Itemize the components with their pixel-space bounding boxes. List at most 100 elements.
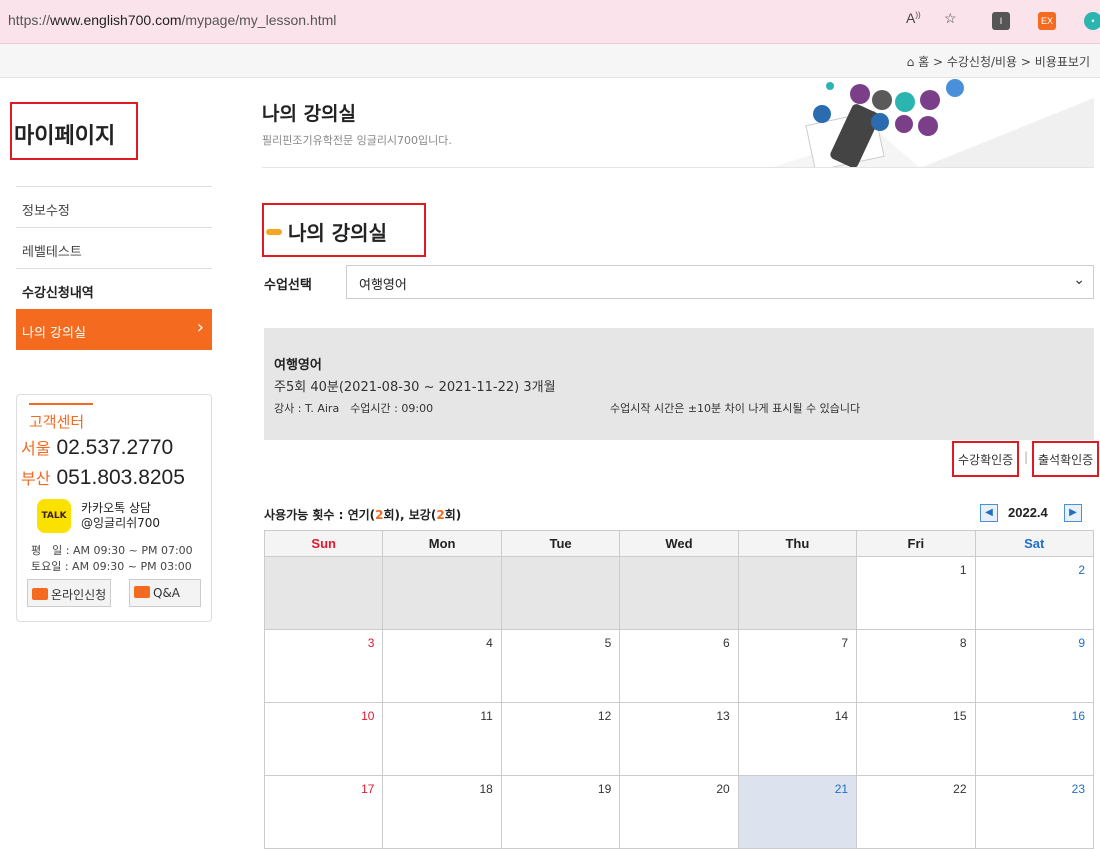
- chevron-down-icon: ⌄: [1073, 272, 1085, 288]
- cert-separator: |: [1024, 450, 1029, 464]
- calendar-day[interactable]: 8: [856, 629, 976, 703]
- calendar-day[interactable]: 20: [619, 775, 739, 849]
- calendar-week: 3 4 5 6 7 8 9: [263, 629, 1095, 703]
- attendance-certificate-button[interactable]: 출석확인증: [1032, 441, 1100, 477]
- calendar-day[interactable]: 16: [974, 702, 1095, 776]
- monitor-icon: [32, 588, 48, 600]
- calendar-day[interactable]: 13: [619, 702, 739, 776]
- weekday-thu: Thu: [737, 530, 858, 557]
- customer-center-title: 고객센터: [29, 403, 93, 432]
- postpone-count: 2: [375, 508, 384, 522]
- seoul-number: 02.537.2770: [56, 436, 174, 459]
- month-label: 2022.4: [1008, 505, 1048, 520]
- calendar-day-today[interactable]: 21: [737, 775, 858, 849]
- hours-weekday: 평 일 : AM 09:30 ~ PM 07:00: [31, 544, 193, 557]
- seoul-label: 서울: [21, 439, 51, 458]
- hours-saturday: 토요일 : AM 09:30 ~ PM 03:00: [31, 560, 192, 573]
- calendar-day[interactable]: 17: [263, 775, 384, 849]
- calendar-day[interactable]: 11: [382, 702, 502, 776]
- read-aloud-icon[interactable]: A)): [906, 10, 921, 26]
- banner-illustration: [770, 78, 1094, 168]
- chat-extension-icon[interactable]: •: [1084, 12, 1100, 30]
- calendar-day[interactable]: 2: [974, 556, 1095, 630]
- busan-label: 부산: [21, 469, 51, 488]
- prev-month-button[interactable]: ◀: [980, 504, 998, 522]
- header-divider: [262, 167, 1094, 168]
- kakao-talk-icon[interactable]: TALK: [37, 499, 71, 533]
- extension-icon[interactable]: I: [992, 12, 1010, 30]
- calendar-day[interactable]: 9: [974, 629, 1095, 703]
- url-field[interactable]: https://www.english700.com/mypage/my_les…: [8, 12, 336, 28]
- busan-number: 051.803.8205: [56, 466, 185, 489]
- weekday-sat: Sat: [974, 530, 1095, 557]
- avail-middle: 회), 보강(: [383, 508, 437, 522]
- makeup-count: 2: [436, 508, 445, 522]
- weekday-tue: Tue: [500, 530, 621, 557]
- section-title: 나의 강의실: [288, 221, 387, 245]
- sidebar-item-my-classroom[interactable]: 나의 강의실 ›: [16, 309, 212, 350]
- sidebar-item-enrollment-history[interactable]: 수강신청내역: [16, 268, 212, 309]
- sidebar-item-label: 레벨테스트: [22, 245, 82, 260]
- page-subtitle: 필리핀조기유학전문 잉글리시700입니다.: [262, 134, 452, 147]
- calendar-day[interactable]: 23: [974, 775, 1095, 849]
- calendar-day-empty: [737, 556, 858, 630]
- calendar-day-empty: [619, 556, 739, 630]
- avail-suffix: 회): [444, 508, 462, 522]
- calendar-day[interactable]: 19: [500, 775, 621, 849]
- sidebar-item-label: 나의 강의실: [22, 326, 86, 341]
- sidebar-item-level-test[interactable]: 레벨테스트: [16, 227, 212, 268]
- url-prefix: https://: [8, 12, 51, 28]
- class-select-value: 여행영어: [359, 278, 407, 293]
- sidebar-item-label: 수강신청내역: [22, 286, 94, 301]
- sidebar-menu: 정보수정 레벨테스트 수강신청내역 나의 강의실 ›: [16, 186, 212, 350]
- ex-extension-icon[interactable]: EX: [1038, 12, 1056, 30]
- calendar-day[interactable]: 14: [737, 702, 858, 776]
- phone-chat-illustration: [770, 79, 1094, 168]
- url-path: /mypage/my_lesson.html: [181, 12, 337, 28]
- kakao-line1: 카카오톡 상담: [81, 501, 152, 515]
- chat-bubble-icon: [134, 586, 150, 598]
- class-select-dropdown[interactable]: 여행영어 ⌄: [346, 265, 1094, 299]
- calendar-week: 17 18 19 20 21 22 23: [263, 775, 1095, 849]
- calendar-header-row: Sun Mon Tue Wed Thu Fri Sat: [263, 530, 1095, 557]
- class-time-notice: 수업시작 시간은 ±10분 차이 나게 표시될 수 있습니다: [610, 402, 861, 415]
- online-apply-button[interactable]: 온라인신청: [27, 579, 112, 607]
- weekday-wed: Wed: [619, 530, 739, 557]
- calendar-day[interactable]: 3: [263, 629, 384, 703]
- calendar-day[interactable]: 15: [856, 702, 976, 776]
- calendar-day[interactable]: 10: [263, 702, 384, 776]
- qa-label: Q&A: [153, 586, 181, 600]
- next-month-button[interactable]: ▶: [1064, 504, 1082, 522]
- class-info-panel: 여행영어 주5회 40분(2021-08-30 ~ 2021-11-22) 3개…: [264, 328, 1094, 440]
- course-certificate-button[interactable]: 수강확인증: [952, 441, 1020, 477]
- calendar-day[interactable]: 1: [856, 556, 976, 630]
- favorite-star-icon[interactable]: ☆: [944, 10, 957, 27]
- seoul-phone: 서울 02.537.2770: [21, 435, 173, 460]
- calendar-day-empty: [382, 556, 502, 630]
- business-hours: 평 일 : AM 09:30 ~ PM 07:00 토요일 : AM 09:30…: [31, 543, 193, 575]
- breadcrumb-text[interactable]: 홈 > 수강신청/비용 > 비용표보기: [918, 55, 1090, 69]
- class-select-label: 수업선택: [264, 278, 312, 293]
- calendar-day[interactable]: 4: [382, 629, 502, 703]
- weekday-sun: Sun: [263, 530, 384, 557]
- calendar-day[interactable]: 5: [500, 629, 621, 703]
- mypage-title: 마이페이지: [10, 102, 138, 160]
- calendar-day[interactable]: 22: [856, 775, 976, 849]
- calendar-week: 10 11 12 13 14 15 16: [263, 702, 1095, 776]
- breadcrumb-strip: ⌂ 홈 > 수강신청/비용 > 비용표보기: [0, 44, 1100, 78]
- class-name: 여행영어: [274, 358, 322, 373]
- page-title: 나의 강의실: [262, 103, 357, 125]
- kakao-consult[interactable]: 카카오톡 상담 @잉글리쉬700: [81, 501, 160, 531]
- calendar-day[interactable]: 6: [619, 629, 739, 703]
- calendar-day[interactable]: 12: [500, 702, 621, 776]
- calendar-week: 1 2: [263, 556, 1095, 630]
- qa-button[interactable]: Q&A: [129, 579, 201, 607]
- title-accent-bar: [266, 229, 282, 235]
- calendar-day[interactable]: 18: [382, 775, 502, 849]
- class-period: 주5회 40분(2021-08-30 ~ 2021-11-22) 3개월: [274, 380, 556, 395]
- sidebar-item-edit-info[interactable]: 정보수정: [16, 186, 212, 227]
- calendar-day[interactable]: 7: [737, 629, 858, 703]
- home-icon[interactable]: ⌂: [907, 55, 915, 69]
- kakao-line2: @잉글리쉬700: [81, 516, 161, 530]
- busan-phone: 부산 051.803.8205: [21, 465, 185, 490]
